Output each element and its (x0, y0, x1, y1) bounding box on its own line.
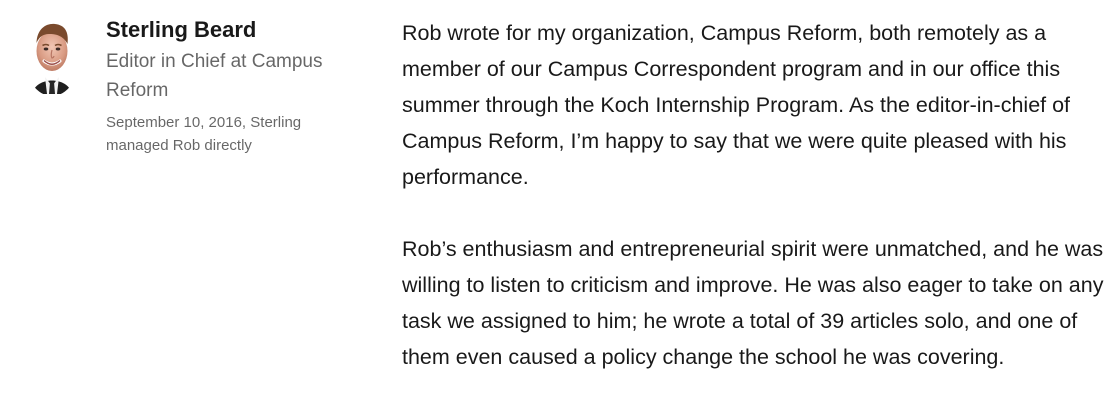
recommendation-card: Sterling Beard Editor in Chief at Campus… (0, 0, 1115, 415)
recommendation-paragraph: Rob’s enthusiasm and entrepreneurial spi… (402, 237, 1104, 369)
recommender-name[interactable]: Sterling Beard (106, 16, 351, 44)
profile-photo-icon[interactable] (24, 16, 80, 96)
recommender-info: Sterling Beard Editor in Chief at Campus… (106, 16, 351, 157)
recommendation-date-relationship: September 10, 2016, Sterling managed Rob… (106, 114, 302, 154)
recommendation-paragraph: Rob wrote for my organization, Campus Re… (402, 21, 1071, 189)
recommendation-text: Rob wrote for my organization, Campus Re… (402, 15, 1107, 375)
recommender-headline: Editor in Chief at Campus Reform (106, 51, 323, 101)
